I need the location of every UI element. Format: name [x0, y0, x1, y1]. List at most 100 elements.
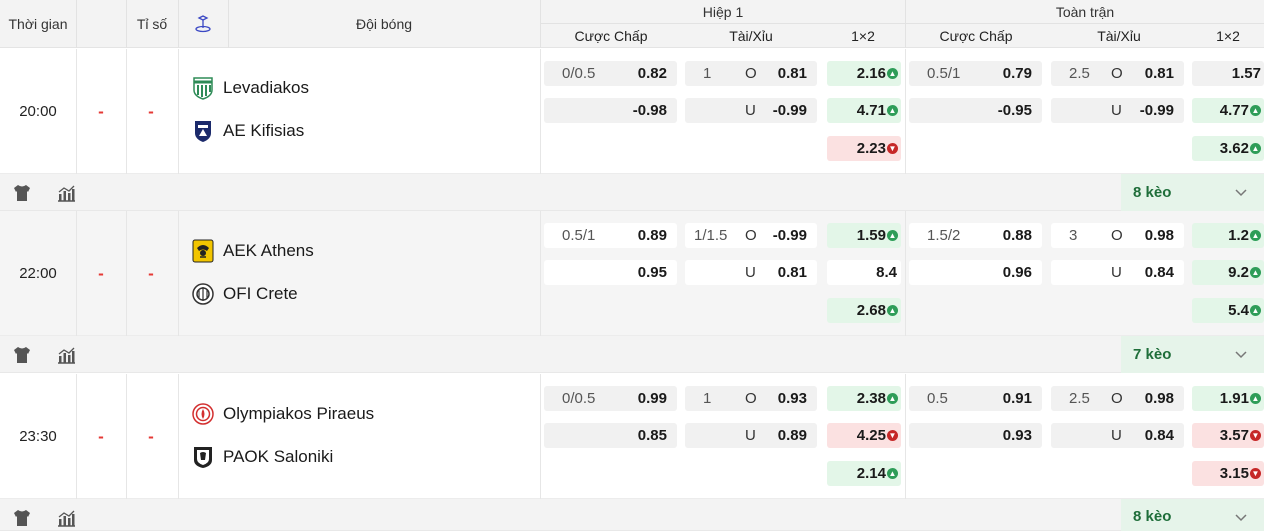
odds-1x2[interactable]: 3.15 ▼ [1192, 461, 1264, 486]
odds-value: 0.84 [1144, 427, 1174, 444]
odds-value: -0.98 [632, 102, 667, 119]
odds-value: 0.82 [637, 65, 667, 82]
odds-cell[interactable]: U 0.84 [1051, 423, 1184, 448]
ou-side: O [1111, 227, 1123, 244]
away-team[interactable]: AE Kifisias [192, 117, 304, 145]
handicap-line: 0/0.5 [562, 65, 596, 82]
odds-1x2[interactable]: 8.4 [827, 260, 901, 285]
odds-cell[interactable]: -0.98 [544, 98, 677, 123]
ou-side: U [745, 427, 756, 444]
stats-icon[interactable] [56, 183, 76, 203]
ou-side: O [745, 227, 757, 244]
home-team-name: AEK Athens [223, 241, 314, 260]
odds-cell[interactable]: 2.5 O 0.81 [1051, 61, 1184, 86]
shirt-icon[interactable] [12, 345, 32, 365]
match-time: 22:00 [19, 265, 57, 282]
more-odds-label: 8 kèo [1133, 508, 1172, 525]
odds-1x2[interactable]: 5.4 ▲ [1192, 298, 1264, 323]
arrow-up-icon: ▲ [1250, 230, 1261, 241]
stadium-icon[interactable] [178, 0, 228, 48]
odds-1x2[interactable]: 1.91 ▲ [1192, 386, 1264, 411]
stats-icon[interactable] [56, 508, 76, 528]
header-h1-overunder: Tài/Xỉu [729, 28, 773, 44]
odds-1x2[interactable]: 4.25 ▼ [827, 423, 901, 448]
arrow-up-icon: ▲ [887, 393, 898, 404]
odds-1x2[interactable]: 2.38 ▲ [827, 386, 901, 411]
odds-value: 0.91 [1002, 390, 1032, 407]
ou-side: U [1111, 427, 1122, 444]
shirt-icon[interactable] [12, 508, 32, 528]
odds-cell[interactable]: -0.95 [909, 98, 1042, 123]
more-odds-button[interactable]: 7 kèo [1121, 336, 1264, 373]
home-team[interactable]: Levadiakos [192, 74, 309, 102]
odds-cell[interactable]: 0.5/1 0.79 [909, 61, 1042, 86]
ou-line: 2.5 [1069, 390, 1090, 407]
odds-1x2[interactable]: 2.14 ▲ [827, 461, 901, 486]
away-team-name: AE Kifisias [223, 121, 305, 140]
odds-1x2[interactable]: 1.57 [1192, 61, 1264, 86]
odds-1x2[interactable]: 4.77 ▲ [1192, 98, 1264, 123]
more-odds-button[interactable]: 8 kèo [1121, 499, 1264, 531]
more-odds-button[interactable]: 8 kèo [1121, 174, 1264, 211]
odds-cell[interactable]: U 0.84 [1051, 260, 1184, 285]
stats-icon[interactable] [56, 345, 76, 365]
odds-value: -0.99 [772, 227, 807, 244]
arrow-up-icon: ▲ [887, 305, 898, 316]
odds-cell[interactable]: 0/0.5 0.82 [544, 61, 677, 86]
odds-value: 0.88 [1002, 227, 1032, 244]
match-row: 20:00 - - Levadiakos AE Kifisias 0/0.5 0.… [0, 49, 1264, 174]
odds-cell[interactable]: 0.5/1 0.89 [544, 223, 677, 248]
away-team-name: PAOK Saloniki [223, 447, 334, 466]
odds-1x2[interactable]: 9.2 ▲ [1192, 260, 1264, 285]
match-row: 23:30 - - Olympiakos Piraeus PAOK Saloni… [0, 374, 1264, 499]
home-team[interactable]: AEK Athens [192, 237, 314, 265]
odds-cell[interactable]: U -0.99 [1051, 98, 1184, 123]
odds-cell[interactable]: 1 O 0.93 [685, 386, 817, 411]
odds-cell[interactable]: 0.95 [544, 260, 677, 285]
odds-1x2[interactable]: 3.57 ▼ [1192, 423, 1264, 448]
odds-1x2[interactable]: 1.2 ▲ [1192, 223, 1264, 248]
odds-cell[interactable]: 1.5/2 0.88 [909, 223, 1042, 248]
ou-line: 3 [1069, 227, 1078, 244]
odds-1x2[interactable]: 1.59 ▲ [827, 223, 901, 248]
more-odds-label: 8 kèo [1133, 184, 1172, 201]
odds-cell[interactable]: 0.5 0.91 [909, 386, 1042, 411]
match-info-bar: 7 kèo [0, 336, 1264, 373]
odds-1x2[interactable]: 3.62 ▲ [1192, 136, 1264, 161]
header-team: Đội bóng [355, 16, 413, 32]
odds-cell[interactable]: 0.96 [909, 260, 1042, 285]
odds-cell[interactable]: 0.85 [544, 423, 677, 448]
away-team[interactable]: PAOK Saloniki [192, 443, 333, 471]
odds-cell[interactable]: 1/1.5 O -0.99 [685, 223, 817, 248]
odds-1x2[interactable]: 2.68 ▲ [827, 298, 901, 323]
odds-cell[interactable]: U -0.99 [685, 98, 817, 123]
handicap-line: 0/0.5 [562, 390, 596, 407]
odds-cell[interactable]: U 0.89 [685, 423, 817, 448]
match-time: 20:00 [19, 103, 57, 120]
home-team[interactable]: Olympiakos Piraeus [192, 400, 374, 428]
odds-value: 0.96 [1002, 264, 1032, 281]
shirt-icon[interactable] [12, 183, 32, 203]
handicap-line: 1.5/2 [927, 227, 961, 244]
odds-1x2[interactable]: 4.71 ▲ [827, 98, 901, 123]
odds-cell[interactable]: 3 O 0.98 [1051, 223, 1184, 248]
header-ft-1x2: 1×2 [1216, 28, 1240, 44]
odds-cell[interactable]: 1 O 0.81 [685, 61, 817, 86]
header-fulltime: Toàn trận [1055, 4, 1115, 20]
arrow-up-icon: ▲ [887, 68, 898, 79]
away-team[interactable]: OFI Crete [192, 280, 298, 308]
aek-logo-icon [192, 239, 214, 263]
odds-value: -0.99 [772, 102, 807, 119]
odds-1x2[interactable]: 2.16 ▲ [827, 61, 901, 86]
arrow-up-icon: ▲ [887, 230, 898, 241]
odds-1x2[interactable]: 2.23 ▼ [827, 136, 901, 161]
arrow-up-icon: ▲ [1250, 393, 1261, 404]
more-odds-label: 7 kèo [1133, 346, 1172, 363]
header-h1-1x2: 1×2 [851, 28, 875, 44]
odds-cell[interactable]: 2.5 O 0.98 [1051, 386, 1184, 411]
odds-cell[interactable]: 0.93 [909, 423, 1042, 448]
odds-cell[interactable]: U 0.81 [685, 260, 817, 285]
odds-value: 0.93 [777, 390, 807, 407]
odds-cell[interactable]: 0/0.5 0.99 [544, 386, 677, 411]
ofi-logo-icon [192, 283, 214, 305]
